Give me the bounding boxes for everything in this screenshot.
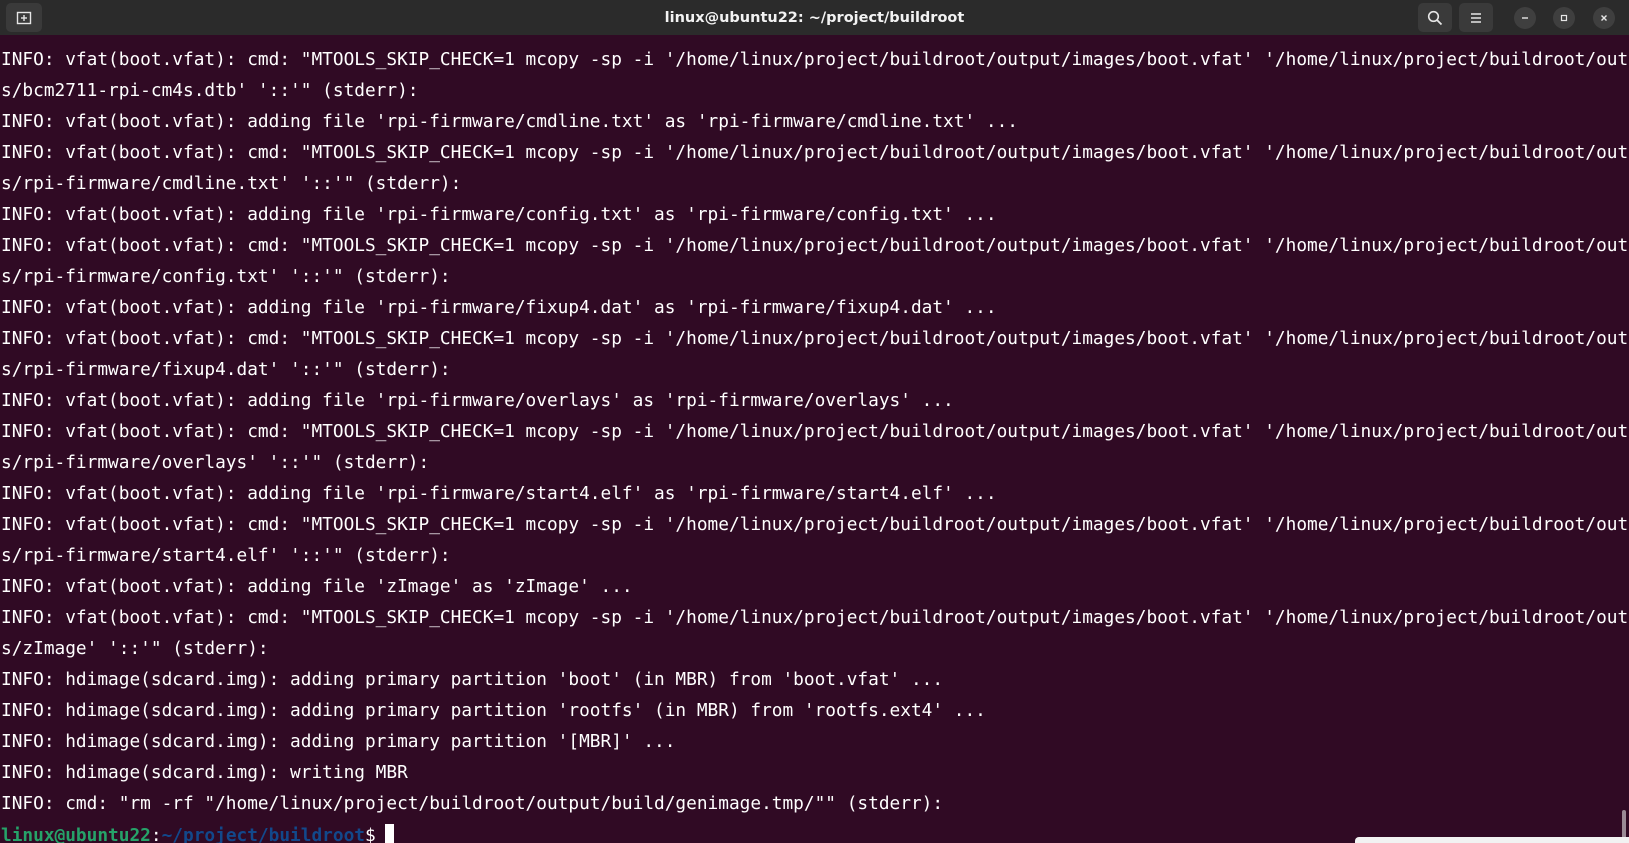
close-icon (1601, 15, 1607, 21)
terminal-line: INFO: vfat(boot.vfat): adding file 'zIma… (1, 576, 633, 597)
terminal-line: INFO: hdimage(sdcard.img): adding primar… (1, 731, 676, 752)
search-icon (1427, 10, 1443, 25)
prompt-symbol: $ (365, 825, 376, 843)
shell-prompt[interactable]: linux@ubuntu22:~/project/buildroot$ (1, 824, 394, 843)
window-title: linux@ubuntu22: ~/project/buildroot (664, 9, 965, 26)
terminal-line: INFO: hdimage(sdcard.img): adding primar… (1, 669, 944, 690)
terminal-line: s/rpi-firmware/overlays' '::'" (stderr): (1, 452, 430, 473)
terminal-line: s/bcm2711-rpi-cm4s.dtb' '::'" (stderr): (1, 80, 419, 101)
prompt-path: ~/project/buildroot (161, 825, 365, 843)
close-button[interactable] (1593, 7, 1615, 29)
terminal-line: INFO: vfat(boot.vfat): cmd: "MTOOLS_SKIP… (1, 235, 1629, 256)
search-button[interactable] (1418, 3, 1452, 32)
terminal-line: INFO: vfat(boot.vfat): adding file 'rpi-… (1, 483, 997, 504)
scrollbar-thumb[interactable] (1622, 810, 1626, 840)
terminal-line: s/rpi-firmware/fixup4.dat' '::'" (stderr… (1, 359, 451, 380)
terminal-line: INFO: vfat(boot.vfat): cmd: "MTOOLS_SKIP… (1, 49, 1629, 70)
terminal-line: INFO: vfat(boot.vfat): adding file 'rpi-… (1, 204, 997, 225)
terminal-line: INFO: vfat(boot.vfat): cmd: "MTOOLS_SKIP… (1, 514, 1629, 535)
minimize-icon (1522, 17, 1528, 19)
prompt-separator: : (150, 825, 162, 843)
terminal-line: s/zImage' '::'" (stderr): (1, 638, 269, 659)
terminal-line: INFO: vfat(boot.vfat): cmd: "MTOOLS_SKIP… (1, 142, 1629, 163)
terminal-line: INFO: vfat(boot.vfat): cmd: "MTOOLS_SKIP… (1, 421, 1629, 442)
window-titlebar[interactable]: linux@ubuntu22: ~/project/buildroot (0, 0, 1629, 35)
new-tab-button[interactable] (6, 3, 42, 32)
maximize-button[interactable] (1553, 7, 1575, 29)
new-tab-icon (16, 11, 32, 24)
terminal-line: INFO: vfat(boot.vfat): adding file 'rpi-… (1, 390, 954, 411)
maximize-icon (1560, 14, 1568, 22)
terminal-output[interactable]: INFO: vfat(boot.vfat): cmd: "MTOOLS_SKIP… (0, 35, 1629, 843)
overlay-edge (1355, 837, 1629, 843)
menu-button[interactable] (1459, 3, 1493, 32)
terminal-line: INFO: vfat(boot.vfat): cmd: "MTOOLS_SKIP… (1, 607, 1629, 628)
terminal-line: s/rpi-firmware/config.txt' '::'" (stderr… (1, 266, 451, 287)
terminal-line: INFO: hdimage(sdcard.img): adding primar… (1, 700, 986, 721)
hamburger-menu-icon (1471, 12, 1481, 23)
terminal-line: INFO: cmd: "rm -rf "/home/linux/project/… (1, 793, 944, 814)
terminal-line: s/rpi-firmware/cmdline.txt' '::'" (stder… (1, 173, 462, 194)
terminal-line: s/rpi-firmware/start4.elf' '::'" (stderr… (1, 545, 451, 566)
minimize-button[interactable] (1514, 7, 1536, 29)
terminal-line: INFO: vfat(boot.vfat): adding file 'rpi-… (1, 297, 997, 318)
text-cursor (384, 824, 394, 843)
terminal-line: INFO: vfat(boot.vfat): cmd: "MTOOLS_SKIP… (1, 328, 1629, 349)
terminal-line: INFO: vfat(boot.vfat): adding file 'rpi-… (1, 111, 1018, 132)
prompt-user-host: linux@ubuntu22 (1, 825, 151, 843)
terminal-line: INFO: hdimage(sdcard.img): writing MBR (1, 762, 408, 783)
